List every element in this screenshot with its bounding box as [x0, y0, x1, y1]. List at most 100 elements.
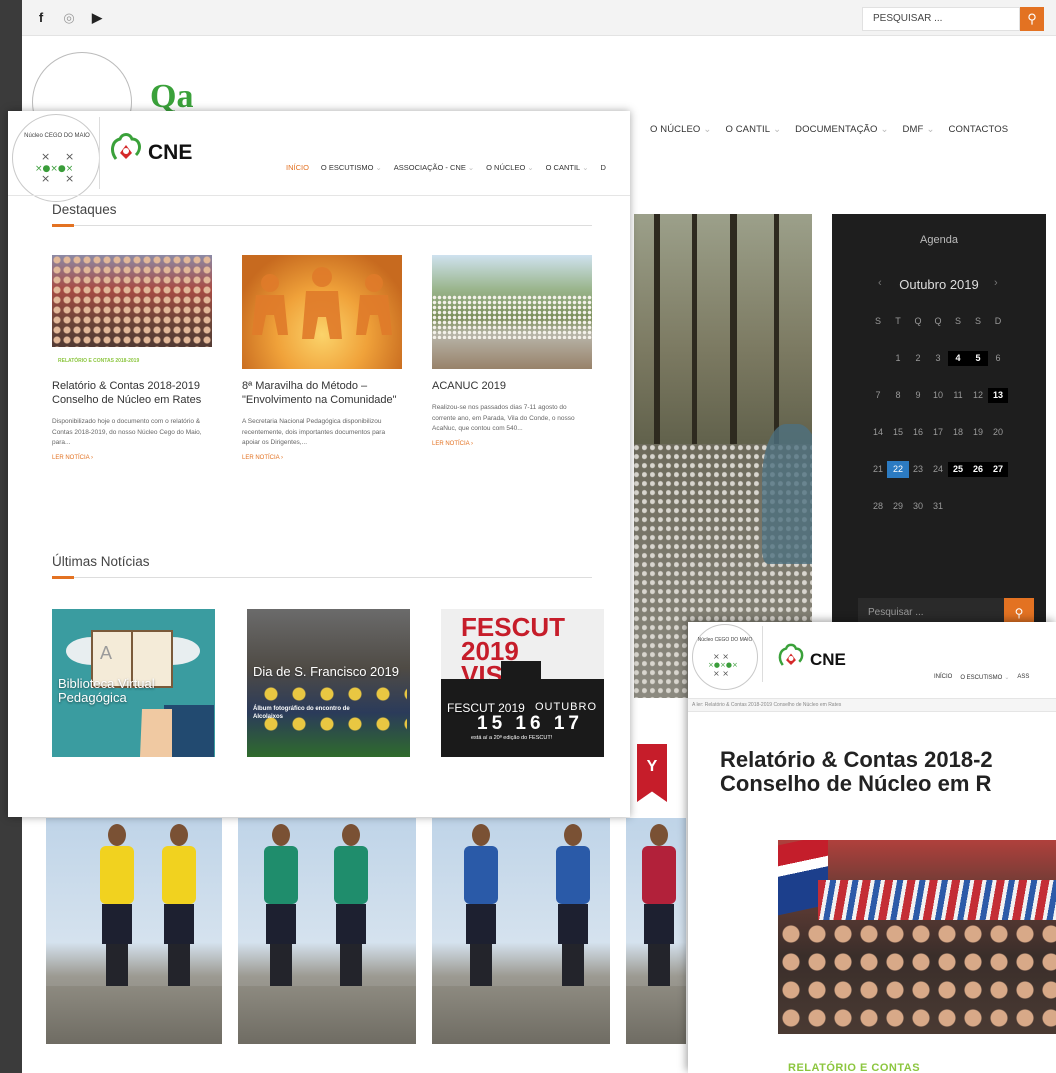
nav-item[interactable]: O ESCUTISMO ⌄: [321, 163, 382, 172]
nav-label: D: [600, 163, 606, 172]
calendar-day[interactable]: 20: [988, 425, 1008, 440]
search-icon: ⚲: [1014, 606, 1024, 620]
calendar-day[interactable]: 17: [928, 425, 948, 440]
nav-item[interactable]: ASSOCIAÇÃO - CNE ⌄: [394, 163, 474, 172]
calendar-day[interactable]: 19: [968, 425, 988, 440]
calendar-day[interactable]: 28: [868, 499, 888, 514]
calendar-day[interactable]: 31: [928, 499, 948, 514]
main-nav: O NÚCLEO ⌄ O CANTIL ⌄ DOCUMENTAÇÃO ⌄ DMF ⌄ C…: [650, 124, 1008, 135]
fescut-dates: 15 16 17: [477, 713, 583, 734]
highlight-title[interactable]: Relatório & Contas 2018-2019 Conselho de…: [52, 379, 212, 407]
calendar-day[interactable]: 15: [888, 425, 908, 440]
nav-item[interactable]: CONTACTOS: [949, 124, 1009, 135]
scout-photo-green: [238, 818, 416, 1044]
nav-item[interactable]: ASS: [1017, 674, 1029, 681]
nav-item[interactable]: D: [601, 163, 606, 172]
calendar-day[interactable]: 6: [988, 351, 1008, 366]
weekday-label: Q: [914, 316, 922, 326]
facebook-icon[interactable]: f: [32, 9, 50, 27]
news-caption[interactable]: Biblioteca Virtual Pedagógica: [58, 677, 215, 705]
highlight-title[interactable]: 8ª Maravilha do Método – "Envolvimento n…: [242, 379, 402, 407]
calendar-day[interactable]: 18: [948, 425, 968, 440]
calendar-day[interactable]: 8: [888, 388, 908, 403]
search-button[interactable]: ⚲: [1020, 7, 1044, 31]
calendar-day[interactable]: 10: [928, 388, 948, 403]
highlight-card[interactable]: RELATÓRIO E CONTAS 2018-2019 Relatório &…: [52, 255, 212, 461]
calendar-day[interactable]: 25: [948, 462, 968, 477]
section-divider: [52, 576, 592, 579]
highlight-excerpt: Disponibilizado hoje o documento com o r…: [52, 418, 202, 446]
news-card[interactable]: FESCUT 2019 VISEU FESCUT 2019 OUTUBRO 15…: [441, 609, 604, 757]
highlight-image[interactable]: [242, 255, 402, 369]
news-caption[interactable]: Dia de S. Francisco 2019: [253, 665, 399, 679]
nav-label: O NÚCLEO: [486, 163, 526, 172]
nav-item[interactable]: O NÚCLEO ⌄: [650, 124, 711, 135]
nav-label: CONTACTOS: [948, 124, 1009, 135]
read-more-link[interactable]: LER NOTÍCIA ›: [242, 455, 402, 461]
article-title: Relatório & Contas 2018-2 Conselho de Nú…: [720, 748, 1056, 796]
nav-item[interactable]: O NÚCLEO ⌄: [486, 163, 533, 172]
nav-item[interactable]: INÍCIO: [286, 163, 309, 172]
calendar-day[interactable]: 23: [908, 462, 928, 477]
calendar-day[interactable]: 13: [988, 388, 1008, 403]
search-icon: ⚲: [1027, 11, 1037, 26]
calendar-day[interactable]: 4: [948, 351, 968, 366]
highlight-image[interactable]: RELATÓRIO E CONTAS 2018-2019: [52, 255, 212, 369]
calendar-day[interactable]: 7: [868, 388, 888, 403]
read-more-link[interactable]: LER NOTÍCIA ›: [432, 441, 592, 447]
calendar-day[interactable]: 29: [888, 499, 908, 514]
highlight-title[interactable]: ACANUC 2019: [432, 379, 592, 393]
nav-item[interactable]: INÍCIO: [934, 674, 952, 681]
nav-item[interactable]: DOCUMENTAÇÃO ⌄: [795, 124, 888, 135]
svg-text:Núcleo CEGO DO MAIO: Núcleo CEGO DO MAIO: [698, 637, 753, 643]
calendar-day[interactable]: 16: [908, 425, 928, 440]
calendar-day[interactable]: 3: [928, 351, 948, 366]
nav-item[interactable]: O CANTIL ⌄: [725, 124, 781, 135]
calendar-day[interactable]: 26: [968, 462, 988, 477]
logo-divider: [762, 626, 763, 682]
calendar-day[interactable]: 2: [908, 351, 928, 366]
weekday-label: T: [895, 316, 901, 326]
youtube-icon[interactable]: ▶: [88, 9, 106, 27]
nucleo-logo-text: Núcleo CEGO DO MAIO: [24, 133, 90, 139]
calendar-day[interactable]: 30: [908, 499, 928, 514]
calendar-day[interactable]: 22: [887, 461, 909, 478]
nucleo-logo[interactable]: Núcleo CEGO DO MAIO × × ×●×●× × ×: [692, 624, 758, 690]
cne-logo-icon: [778, 643, 804, 666]
calendar-empty: [868, 351, 888, 366]
nav-item[interactable]: DMF ⌄: [903, 124, 935, 135]
calendar-day[interactable]: 14: [868, 425, 888, 440]
highlight-image[interactable]: [432, 255, 592, 369]
highlight-card[interactable]: ACANUC 2019 Realizou-se nos passados dia…: [432, 255, 592, 447]
nucleo-logo[interactable]: Núcleo CEGO DO MAIO × × ×●×●× × ×: [12, 114, 100, 202]
instagram-icon[interactable]: ◎: [60, 9, 78, 27]
calendar-day[interactable]: 11: [948, 388, 968, 403]
scout-photo-blue: [432, 818, 610, 1044]
cne-brand[interactable]: CNE: [148, 141, 192, 165]
calendar-day[interactable]: 9: [908, 388, 928, 403]
calendar-day[interactable]: 12: [968, 388, 988, 403]
calendar-day[interactable]: 1: [888, 351, 908, 366]
news-card[interactable]: A Biblioteca Virtual Pedagógica: [52, 609, 215, 757]
nav-label: INÍCIO: [286, 163, 309, 172]
cne-brand[interactable]: CNE: [810, 650, 846, 670]
highlight-excerpt: Realizou-se nos passados dias 7-11 agost…: [432, 404, 575, 432]
calendar-day[interactable]: 27: [988, 462, 1008, 477]
calendar-day[interactable]: 21: [868, 462, 888, 477]
scout-photo-red: [626, 818, 686, 1044]
read-more-link[interactable]: LER NOTÍCIA ›: [52, 455, 212, 461]
calendar-day[interactable]: 5: [968, 351, 988, 366]
search-input[interactable]: PESQUISAR ...: [862, 7, 1020, 31]
svg-text:×: ×: [41, 172, 50, 185]
top-bar: f ◎ ▶ PESQUISAR ... ⚲: [22, 0, 1056, 36]
news-card[interactable]: Dia de S. Francisco 2019 Álbum fotográfi…: [247, 609, 410, 757]
highlight-card[interactable]: 8ª Maravilha do Método – "Envolvimento n…: [242, 255, 402, 461]
calendar-day[interactable]: 24: [928, 462, 948, 477]
fescut-subtitle: está aí a 20ª edição do FESCUT!: [471, 735, 553, 741]
next-month-icon[interactable]: ›: [994, 277, 998, 289]
nav-item[interactable]: O CANTIL ⌄: [546, 163, 589, 172]
main-nav: INÍCIO O ESCUTISMO ⌄ ASS: [934, 674, 1029, 681]
svg-text:×: ×: [41, 150, 50, 163]
nav-item[interactable]: O ESCUTISMO ⌄: [960, 674, 1009, 681]
nav-label: O ESCUTISMO: [320, 163, 374, 172]
